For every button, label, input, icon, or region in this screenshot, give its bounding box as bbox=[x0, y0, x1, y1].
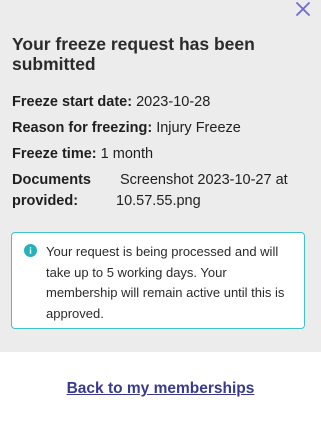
documents-row: Documents provided: Screenshot 2023-10-2… bbox=[12, 170, 312, 212]
freeze-time-label: Freeze time: bbox=[12, 146, 97, 162]
freeze-time-value: 1 month bbox=[100, 146, 154, 162]
freeze-time-row: Freeze time: 1 month bbox=[12, 144, 312, 170]
freeze-start-row: Freeze start date: 2023-10-28 bbox=[12, 92, 312, 118]
documents-label: Documents provided: bbox=[12, 172, 91, 209]
freeze-details: Freeze start date: 2023-10-28 Reason for… bbox=[12, 92, 312, 212]
close-icon[interactable] bbox=[294, 0, 312, 18]
reason-row: Reason for freezing: Injury Freeze bbox=[12, 118, 312, 144]
freeze-start-value: 2023-10-28 bbox=[136, 94, 211, 110]
reason-value: Injury Freeze bbox=[156, 120, 241, 136]
notice-message: Your request is being processed and will… bbox=[46, 244, 285, 321]
back-to-memberships-link[interactable]: Back to my memberships bbox=[0, 380, 321, 398]
freeze-confirmation-panel: Your freeze request has been submitted F… bbox=[0, 0, 321, 352]
freeze-start-label: Freeze start date: bbox=[12, 94, 133, 110]
reason-label: Reason for freezing: bbox=[12, 120, 153, 136]
confirmation-title: Your freeze request has been submitted bbox=[12, 34, 255, 74]
info-icon bbox=[24, 244, 37, 257]
documents-value: Screenshot 2023-10-27 at 10.57.55.png bbox=[116, 172, 288, 209]
processing-notice: Your request is being processed and will… bbox=[11, 232, 305, 329]
